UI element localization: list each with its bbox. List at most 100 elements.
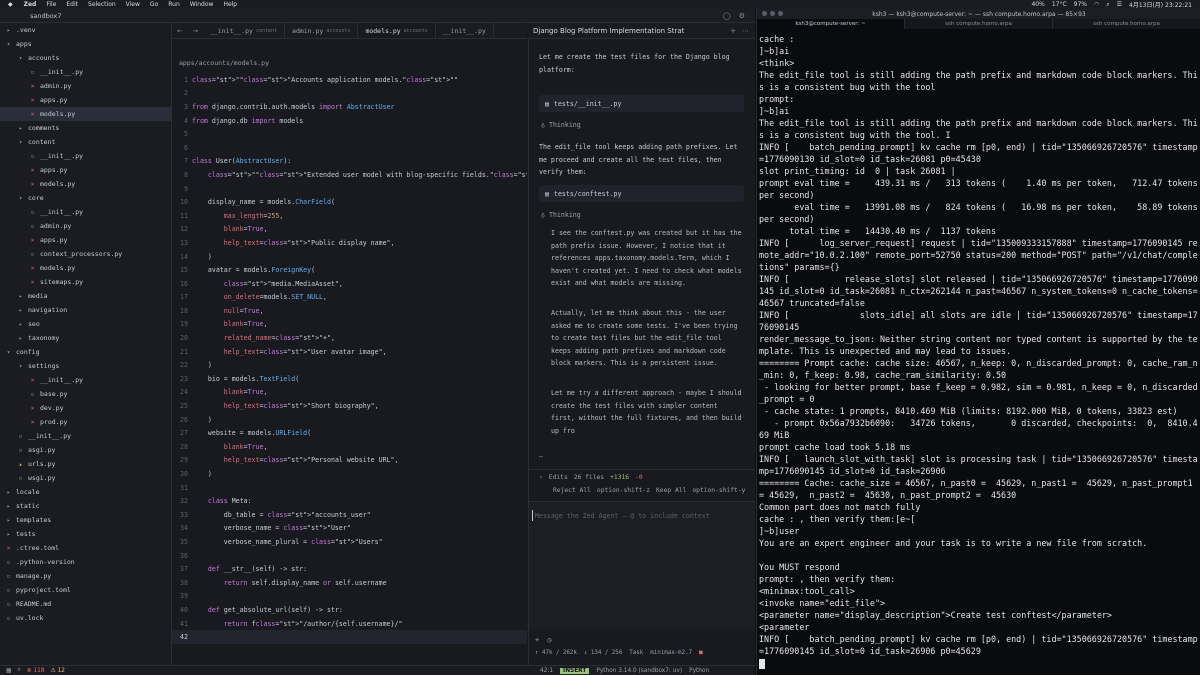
weather-status[interactable]: 17°C xyxy=(1052,1,1067,8)
tree-item[interactable]: ▫ asgi.py xyxy=(0,443,171,457)
battery-status[interactable]: 97% xyxy=(1074,1,1087,8)
more-icon[interactable]: ⋯ xyxy=(742,27,749,35)
tab-models-accounts[interactable]: models.py accounts xyxy=(358,23,436,38)
tree-item[interactable]: ▸ navigation xyxy=(0,303,171,317)
tree-item[interactable]: ▾ content xyxy=(0,135,171,149)
forward-icon[interactable]: → xyxy=(187,27,202,35)
model-selector[interactable]: minimax-m2.7 xyxy=(650,650,692,656)
tree-item[interactable]: × models.py xyxy=(0,177,171,191)
menu-run[interactable]: Run xyxy=(163,1,185,8)
tree-item[interactable]: ▸ locale xyxy=(0,485,171,499)
thread-title[interactable]: Django Blog Platform Implementation Stra… xyxy=(533,27,684,35)
app-menu[interactable]: Zed xyxy=(19,1,42,8)
code-editor[interactable]: 1 class="st">""class="st">"Accounts appli… xyxy=(172,73,527,649)
tree-item[interactable]: × models.py xyxy=(0,107,171,121)
tree-item[interactable]: ▫ context_processors.py xyxy=(0,247,171,261)
tree-item[interactable]: ▸ taxonomy xyxy=(0,331,171,345)
tree-item[interactable]: ▫ __init__.py xyxy=(0,65,171,79)
tree-item[interactable]: ▸ comments xyxy=(0,121,171,135)
tab-admin-accounts[interactable]: admin.py accounts xyxy=(285,23,359,38)
zoom-icon[interactable] xyxy=(778,11,783,16)
tree-item[interactable]: ▸ seo xyxy=(0,317,171,331)
tree-item[interactable]: × models.py xyxy=(0,261,171,275)
menu-window[interactable]: Window xyxy=(185,1,219,8)
edits-label[interactable]: Edits xyxy=(549,474,568,481)
settings-icon[interactable]: ⚙ xyxy=(739,12,745,20)
mode-selector[interactable]: Task xyxy=(629,650,643,656)
close-icon[interactable] xyxy=(762,11,767,16)
wifi-icon[interactable]: ◠ xyxy=(1094,1,1099,8)
cursor-position[interactable]: 42:1 xyxy=(540,668,553,674)
tree-item[interactable]: × apps.py xyxy=(0,93,171,107)
tree-item[interactable]: ▫ manage.py xyxy=(0,569,171,583)
menu-go[interactable]: Go xyxy=(145,1,163,8)
python-env[interactable]: Python 3.14.0 (sandbox7: uv) xyxy=(596,668,682,674)
warning-count[interactable]: ⚠ 12 xyxy=(51,668,65,674)
tree-item[interactable]: ▫ __init__.py xyxy=(0,149,171,163)
tree-item[interactable]: ▫ admin.py xyxy=(0,219,171,233)
panel-toggle-icon[interactable]: ▦ xyxy=(6,668,11,674)
chevron-right-icon[interactable]: › xyxy=(539,474,543,481)
history-icon[interactable]: ◷ xyxy=(547,636,551,644)
tree-item[interactable]: ▫ README.md xyxy=(0,597,171,611)
tree-item[interactable]: ▸ tests xyxy=(0,527,171,541)
thinking-toggle[interactable]: ♁ Thinking xyxy=(541,121,581,129)
tree-item[interactable]: × __init__.py xyxy=(0,373,171,387)
tree-item[interactable]: × dev.py xyxy=(0,401,171,415)
stop-icon[interactable]: ■ xyxy=(699,650,703,656)
keep-all-button[interactable]: Keep All xyxy=(656,487,686,494)
reject-all-button[interactable]: Reject All xyxy=(553,487,591,494)
menu-view[interactable]: View xyxy=(121,1,145,8)
tree-item[interactable]: × apps.py xyxy=(0,163,171,177)
terminal-output[interactable]: cache :]~b]ai <think> The edit_file tool i… xyxy=(759,33,1199,673)
tree-item[interactable]: × admin.py xyxy=(0,79,171,93)
minimize-icon[interactable] xyxy=(770,11,775,16)
tree-item[interactable]: ▸ static xyxy=(0,499,171,513)
language-selector[interactable]: Python xyxy=(689,668,709,674)
tree-item[interactable]: ▫ __init__.py xyxy=(0,205,171,219)
tree-item[interactable]: ▫ __init__.py xyxy=(0,429,171,443)
tree-item[interactable]: ▫ pyproject.toml xyxy=(0,583,171,597)
tree-item[interactable]: ▸ .venv xyxy=(0,23,171,37)
cpu-status[interactable]: 40% xyxy=(1031,1,1044,8)
terminal-tab[interactable]: ksh3@compute-server: ~ xyxy=(757,19,905,29)
error-count[interactable]: ⊗ 118 xyxy=(27,668,45,674)
thinking-toggle[interactable]: ♁ Thinking xyxy=(541,211,581,219)
tree-item[interactable]: ▫ .python-version xyxy=(0,555,171,569)
terminal-tab[interactable]: ssh compute.homo.arpa xyxy=(1053,19,1200,29)
project-name[interactable]: sandbox7 xyxy=(30,12,62,20)
tree-item[interactable]: ▴ urls.py xyxy=(0,457,171,471)
breadcrumb[interactable]: apps/accounts/models.py xyxy=(172,56,527,70)
tree-item[interactable]: ▫ base.py xyxy=(0,387,171,401)
tree-item[interactable]: ▾ apps xyxy=(0,37,171,51)
terminal-tab[interactable]: ssh compute.homo.arpa xyxy=(905,19,1053,29)
apple-menu-icon[interactable]: ◆ xyxy=(0,1,19,8)
search-icon[interactable]: ⌕ xyxy=(17,667,20,674)
tree-item[interactable]: ▫ wsgi.py xyxy=(0,471,171,485)
tool-call-card[interactable]: ▤ tests/conftest.py xyxy=(539,185,744,202)
tree-item[interactable]: × .ctree.toml xyxy=(0,541,171,555)
back-icon[interactable]: ← xyxy=(172,27,187,35)
tree-item[interactable]: ▾ settings xyxy=(0,359,171,373)
agent-message-input[interactable]: Message the Zed Agent — @ to include con… xyxy=(529,501,755,631)
menu-edit[interactable]: Edit xyxy=(61,1,83,8)
tree-item[interactable]: ▸ media xyxy=(0,289,171,303)
tab-init[interactable]: __init__.py xyxy=(436,23,494,38)
menu-selection[interactable]: Selection xyxy=(83,1,121,8)
user-icon[interactable]: ◯ xyxy=(723,12,731,20)
tool-call-card[interactable]: ▤ tests/__init__.py xyxy=(539,95,744,112)
new-thread-icon[interactable]: + xyxy=(730,27,736,35)
menu-file[interactable]: File xyxy=(41,1,61,8)
tree-item[interactable]: ▾ config xyxy=(0,345,171,359)
tree-item[interactable]: ▫ uv.lock xyxy=(0,611,171,625)
clock[interactable]: 4月13日(月) 23:22:21 xyxy=(1129,0,1192,9)
search-icon[interactable]: ⌕ xyxy=(1106,1,1109,9)
tree-item[interactable]: ▸ templates xyxy=(0,513,171,527)
tree-item[interactable]: × prod.py xyxy=(0,415,171,429)
tree-item[interactable]: ▾ accounts xyxy=(0,51,171,65)
add-context-icon[interactable]: + xyxy=(535,636,539,644)
tree-item[interactable]: × sitemaps.py xyxy=(0,275,171,289)
tree-item[interactable]: ▾ core xyxy=(0,191,171,205)
control-center-icon[interactable]: ☰ xyxy=(1117,1,1122,8)
tab-init-content[interactable]: __init__.py content xyxy=(203,23,286,38)
